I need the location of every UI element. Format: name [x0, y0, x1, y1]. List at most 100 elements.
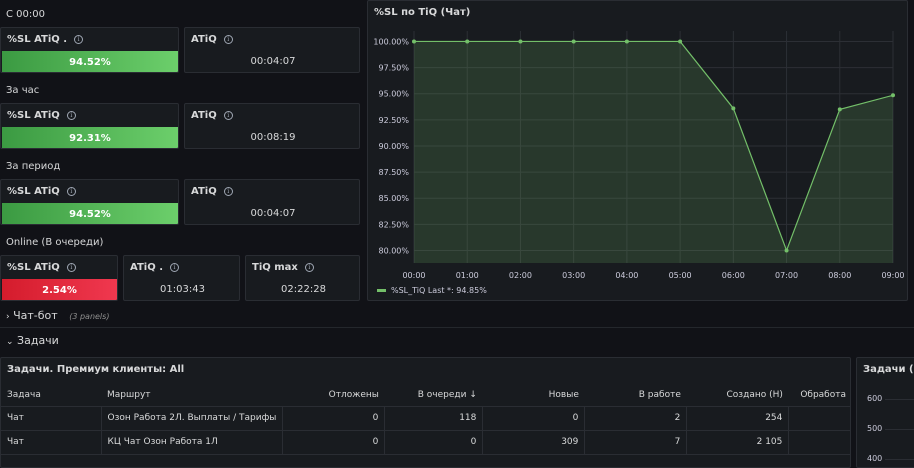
tasks-chart-panel-right[interactable]: Задачи (Ча 600 500 400 — [856, 357, 914, 468]
section-tasks[interactable]: ⌄ Задачи — [6, 334, 59, 347]
stat-value: 00:04:07 — [250, 56, 296, 67]
stat-atiq-per-hour[interactable]: ATiQ i 00:08:19 — [184, 103, 360, 149]
sl-tiq-chart: 100.00% 97.50% 95.00% 92.50% 90.00% 87.50% 85.… — [373, 31, 905, 295]
stat-sl-atiq-online[interactable]: %SL ATiQ i 2.54% — [0, 255, 118, 301]
chevron-right-icon: › — [6, 312, 10, 322]
stat-title: %SL ATiQ . — [7, 34, 68, 45]
info-icon[interactable]: i — [66, 187, 76, 196]
sort-desc-icon: ↓ — [469, 389, 477, 400]
cell-route: Озон Работа 2Л. Выплаты / Тарифы — [101, 406, 284, 431]
divider — [0, 327, 914, 328]
section-chatbot[interactable]: › Чат-бот (3 panels) — [6, 309, 109, 322]
legend-swatch — [377, 289, 386, 292]
stat-title: %SL ATiQ — [7, 110, 60, 121]
legend-label[interactable]: %SL_TiQ Last *: 94.85% — [391, 286, 487, 295]
x-tick-label: 01:00 — [456, 271, 479, 280]
info-icon[interactable]: i — [66, 111, 76, 120]
data-point — [518, 39, 523, 44]
y-tick-label: 600 — [867, 394, 883, 403]
chevron-down-icon: ⌄ — [6, 337, 14, 347]
stat-title: ATiQ — [191, 34, 217, 45]
stat-value: 01:03:43 — [160, 284, 205, 295]
x-tick-label: 08:00 — [828, 271, 851, 280]
cell-new: 0 — [482, 406, 586, 431]
data-point — [731, 106, 736, 111]
col-header-route[interactable]: Маршрут — [101, 384, 283, 407]
section-chatbot-note: (3 panels) — [69, 312, 110, 321]
info-icon[interactable]: i — [223, 187, 233, 196]
col-header-created[interactable]: Создано (Н) — [686, 384, 789, 407]
stat-value-bar: 2.54% — [2, 279, 117, 300]
data-point — [837, 107, 842, 112]
info-icon[interactable]: i — [66, 263, 76, 272]
stat-sl-atiq-since-midnight[interactable]: %SL ATiQ . i 94.52% — [0, 27, 179, 73]
row-title-per-period: За период — [6, 161, 61, 172]
stat-atiq-since-midnight[interactable]: ATiQ i 00:04:07 — [184, 27, 360, 73]
stat-title: TiQ max — [252, 262, 298, 273]
cell-in-queue: 118 — [384, 406, 484, 431]
cell-task: Чат — [1, 430, 102, 455]
gridline — [885, 399, 914, 400]
data-point — [891, 93, 895, 98]
cell-in-progress: 2 — [584, 406, 688, 431]
col-header-new[interactable]: Новые — [482, 384, 585, 407]
tasks-table-panel[interactable]: Задачи. Премиум клиенты: All Задача Марш… — [0, 357, 851, 468]
x-tick-label: 04:00 — [615, 271, 638, 280]
x-tick-label: 00:00 — [402, 271, 425, 280]
info-icon[interactable]: i — [223, 35, 233, 44]
x-tick-label: 09:00 — [881, 271, 904, 280]
chart-panel-sl-tiq[interactable]: %SL по TiQ (Чат) 100.00% 97.50% 95.00% 92.5… — [367, 0, 908, 301]
stat-value-bar: 92.31% — [2, 127, 178, 148]
y-tick-label: 87.50% — [378, 168, 409, 177]
stat-title: ATiQ . — [130, 262, 163, 273]
col-header-in-queue[interactable]: В очереди ↓ — [384, 384, 483, 407]
y-tick-label: 85.00% — [378, 194, 409, 203]
stat-sl-atiq-per-hour[interactable]: %SL ATiQ i 92.31% — [0, 103, 179, 149]
table-header-row: Задача Маршрут Отложены В очереди ↓ Новы… — [1, 384, 850, 407]
cell-in-queue: 0 — [384, 430, 484, 455]
cell-new: 309 — [482, 430, 586, 455]
stat-tiq-max-online[interactable]: TiQ max i 02:22:28 — [245, 255, 360, 301]
data-point — [784, 248, 789, 253]
stat-value-bar: 94.52% — [2, 203, 178, 224]
data-point — [571, 39, 576, 44]
cell-route: КЦ Чат Озон Работа 1Л — [101, 430, 284, 455]
col-header-processed[interactable]: Обработа — [788, 384, 850, 407]
x-tick-label: 03:00 — [562, 271, 585, 280]
cell-processed — [788, 406, 850, 431]
table-title: Задачи. Премиум клиенты: All — [7, 364, 185, 375]
data-point — [412, 39, 416, 44]
table-row[interactable]: Чат КЦ Чат Озон Работа 1Л 0 0 309 7 2 10… — [1, 430, 850, 455]
info-icon[interactable]: i — [170, 263, 179, 272]
x-tick-label: 07:00 — [775, 271, 798, 280]
info-icon[interactable]: i — [223, 111, 233, 120]
tasks-table: Задача Маршрут Отложены В очереди ↓ Новы… — [1, 384, 850, 455]
stat-title: ATiQ — [191, 186, 217, 197]
section-tasks-title: Задачи — [17, 334, 59, 347]
stat-value: 00:08:19 — [250, 132, 296, 143]
col-header-in-progress[interactable]: В работе — [584, 384, 687, 407]
table-row[interactable]: Чат Озон Работа 2Л. Выплаты / Тарифы 0 1… — [1, 406, 850, 431]
y-tick-label: 97.50% — [378, 64, 409, 73]
stat-sl-atiq-per-period[interactable]: %SL ATiQ i 94.52% — [0, 179, 179, 225]
stat-title: %SL ATiQ — [7, 262, 60, 273]
stat-atiq-online[interactable]: ATiQ . i 01:03:43 — [123, 255, 240, 301]
info-icon[interactable]: i — [304, 263, 314, 272]
cell-created: 2 105 — [686, 430, 790, 455]
cell-postponed: 0 — [282, 430, 386, 455]
section-chatbot-title: Чат-бот — [13, 309, 58, 322]
col-header-task[interactable]: Задача — [1, 384, 101, 407]
x-tick-label: 05:00 — [669, 271, 692, 280]
stat-atiq-per-period[interactable]: ATiQ i 00:04:07 — [184, 179, 360, 225]
info-icon[interactable]: i — [74, 35, 84, 44]
y-tick-label: 80.00% — [378, 246, 409, 255]
data-point — [624, 39, 629, 44]
cell-task: Чат — [1, 406, 102, 431]
data-point — [678, 39, 683, 44]
y-tick-label: 400 — [867, 454, 883, 463]
data-point — [465, 39, 470, 44]
col-header-postponed[interactable]: Отложены — [282, 384, 385, 407]
gridline — [885, 459, 914, 460]
stat-value-bar: 94.52% — [2, 51, 178, 72]
cell-created: 254 — [686, 406, 790, 431]
